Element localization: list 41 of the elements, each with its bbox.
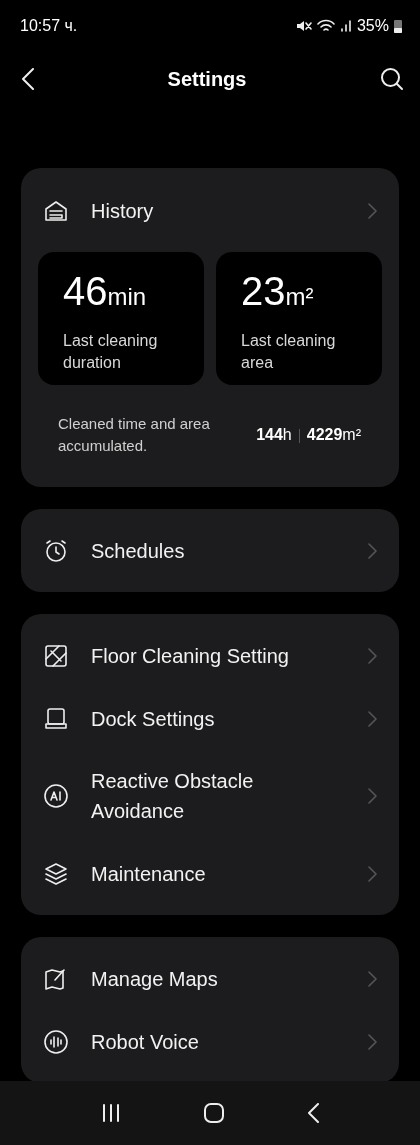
dock-icon <box>43 705 69 732</box>
page-title: Settings <box>167 67 247 91</box>
signal-icon <box>339 19 352 33</box>
floor-tile-icon <box>43 642 69 669</box>
status-time: 10:57 ч. <box>20 17 78 35</box>
menu-label[interactable]: Reactive Obstacle Avoidance <box>91 766 346 826</box>
sound-wave-icon <box>43 1028 69 1055</box>
accumulated-total: 144h 4229m² <box>256 426 361 444</box>
wifi-icon <box>316 19 335 33</box>
battery-icon <box>394 19 402 33</box>
menu-label[interactable]: Robot Voice <box>91 1026 346 1057</box>
stat-label: Last cleaning area <box>241 331 337 373</box>
menu-label[interactable]: Floor Cleaning Setting <box>91 640 346 671</box>
chevron-right-icon <box>368 1033 377 1050</box>
stat-value: 23m² <box>241 268 315 315</box>
menu-label[interactable]: Schedules <box>91 535 346 566</box>
chevron-right-icon <box>368 710 377 727</box>
chevron-right-icon <box>368 970 377 987</box>
menu-label[interactable]: Maintenance <box>91 858 346 889</box>
menu-label[interactable]: Dock Settings <box>91 703 346 734</box>
back-nav-button[interactable] <box>306 1103 319 1123</box>
ai-icon <box>43 783 69 809</box>
menu-label[interactable]: History <box>91 196 346 226</box>
chevron-right-icon <box>368 542 377 559</box>
menu-label[interactable]: Manage Maps <box>91 963 346 994</box>
search-button[interactable] <box>380 67 404 91</box>
battery-percent: 35% <box>356 17 389 35</box>
layers-icon <box>43 860 69 887</box>
accumulated-text: Cleaned time and area accumulated. <box>58 414 211 456</box>
alarm-clock-icon <box>43 537 69 564</box>
home-button[interactable] <box>204 1103 224 1123</box>
stat-label: Last cleaning duration <box>63 331 159 373</box>
back-button[interactable] <box>22 68 34 90</box>
chevron-right-icon <box>368 788 377 804</box>
chevron-right-icon <box>368 203 377 219</box>
chevron-right-icon <box>368 865 377 882</box>
stat-value: 46min <box>63 268 148 315</box>
recent-apps-button[interactable] <box>101 1104 122 1122</box>
house-icon <box>43 198 69 224</box>
mute-icon <box>295 19 312 33</box>
chevron-right-icon <box>368 647 377 664</box>
